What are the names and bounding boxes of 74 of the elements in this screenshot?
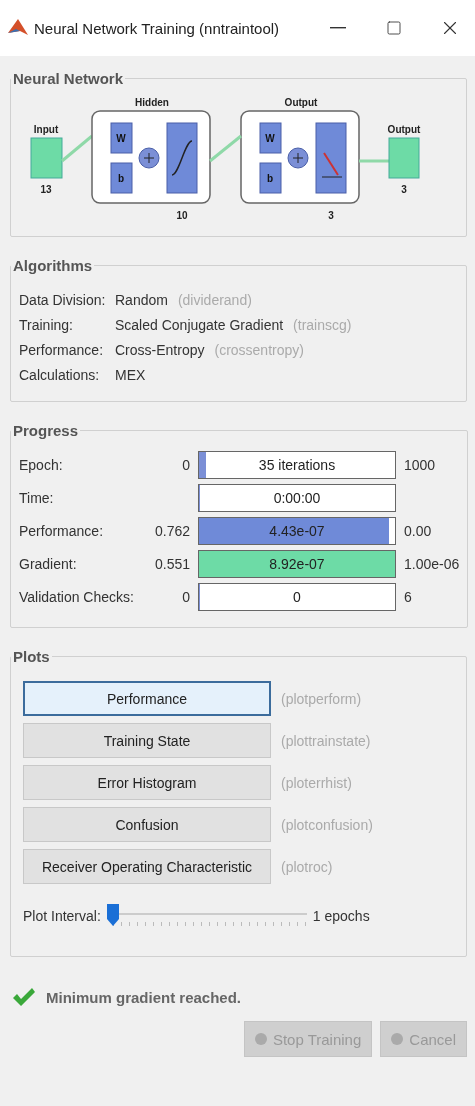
bias-block: b bbox=[259, 162, 282, 194]
layer-size: 3 bbox=[328, 210, 334, 221]
field-value: Scaled Conjugate Gradient bbox=[115, 317, 284, 333]
progress-label: Performance: bbox=[19, 523, 105, 539]
connector-line bbox=[61, 134, 93, 163]
output-label: Output bbox=[387, 124, 421, 135]
input-block bbox=[30, 137, 63, 179]
progress-label: Epoch: bbox=[19, 457, 64, 473]
progress-text: 0:00:00 bbox=[273, 490, 321, 506]
transfer-function-block bbox=[166, 122, 198, 194]
weight-block: W bbox=[110, 122, 133, 154]
function-name: (plotroc) bbox=[281, 858, 333, 875]
field-value: MEX bbox=[115, 367, 146, 383]
start-value: 0 bbox=[181, 589, 190, 605]
panel-title: Plots bbox=[12, 648, 51, 665]
connector-line bbox=[209, 134, 242, 163]
panel-title: Neural Network bbox=[12, 70, 125, 87]
window-title: Neural Network Training (nntraintool) bbox=[34, 19, 281, 37]
function-name: (crossentropy) bbox=[214, 342, 304, 358]
transfer-function-block bbox=[315, 122, 347, 194]
end-value: 1.00e-06 bbox=[404, 556, 460, 572]
panel-title: Algorithms bbox=[12, 257, 94, 274]
plot-button[interactable]: Receiver Operating Characteristic bbox=[23, 849, 271, 884]
field-label: Performance: bbox=[19, 342, 105, 358]
field-value: Cross-Entropy bbox=[115, 342, 205, 358]
layer-size: 10 bbox=[176, 210, 188, 221]
plot-button[interactable]: Confusion bbox=[23, 807, 271, 842]
function-name: (plottrainstate) bbox=[281, 732, 371, 749]
layer-title: Output bbox=[284, 97, 318, 108]
progress-text: 35 iterations bbox=[258, 457, 336, 473]
plot-button[interactable]: Training State bbox=[23, 723, 271, 758]
start-value: 0.551 bbox=[153, 556, 190, 572]
field-label: Data Division: bbox=[19, 292, 107, 308]
output-size: 3 bbox=[401, 184, 407, 195]
slider-thumb[interactable] bbox=[106, 904, 119, 926]
function-name: (plotperform) bbox=[281, 690, 362, 707]
maximize-icon bbox=[386, 20, 402, 36]
sum-icon bbox=[138, 147, 160, 169]
status-message: Minimum gradient reached. bbox=[46, 988, 242, 1006]
function-name: (dividerand) bbox=[177, 292, 252, 308]
end-value: 6 bbox=[404, 589, 413, 605]
plot-button[interactable]: Performance bbox=[23, 681, 271, 716]
panel-title: Progress bbox=[12, 422, 80, 439]
function-name: (plotconfusion) bbox=[281, 816, 373, 833]
weight-block: W bbox=[259, 122, 282, 154]
slider-reading: 1 epochs bbox=[312, 908, 370, 924]
connector-line bbox=[359, 159, 389, 163]
progress-text: 8.92e-07 bbox=[269, 556, 325, 572]
plot-button[interactable]: Error Histogram bbox=[23, 765, 271, 800]
minimize-icon bbox=[330, 27, 346, 29]
progress-label: Validation Checks: bbox=[19, 589, 134, 605]
progress-label: Gradient: bbox=[19, 556, 78, 572]
field-label: Calculations: bbox=[19, 367, 101, 383]
end-value: 0.00 bbox=[404, 523, 433, 539]
app-logo-icon bbox=[8, 19, 28, 37]
sum-icon bbox=[287, 147, 309, 169]
function-name: (trainscg) bbox=[293, 317, 352, 333]
start-value: 0 bbox=[181, 457, 190, 473]
field-label: Training: bbox=[19, 317, 74, 333]
bias-block: b bbox=[110, 162, 133, 194]
progress-text: 0 bbox=[293, 589, 301, 605]
function-name: (ploterrhist) bbox=[281, 774, 352, 791]
progress-text: 4.43e-07 bbox=[269, 523, 325, 539]
interval-slider[interactable] bbox=[106, 904, 307, 928]
input-size: 13 bbox=[40, 184, 52, 195]
progress-label: Time: bbox=[19, 490, 55, 506]
slider-label: Plot Interval: bbox=[23, 908, 101, 924]
field-value: Random bbox=[115, 292, 168, 308]
input-label: Input bbox=[33, 124, 59, 135]
start-value: 0.762 bbox=[153, 523, 190, 539]
checkmark-icon bbox=[12, 987, 36, 1007]
layer-title: Hidden bbox=[135, 97, 169, 108]
end-value: 1000 bbox=[404, 457, 437, 473]
output-block bbox=[388, 137, 420, 179]
